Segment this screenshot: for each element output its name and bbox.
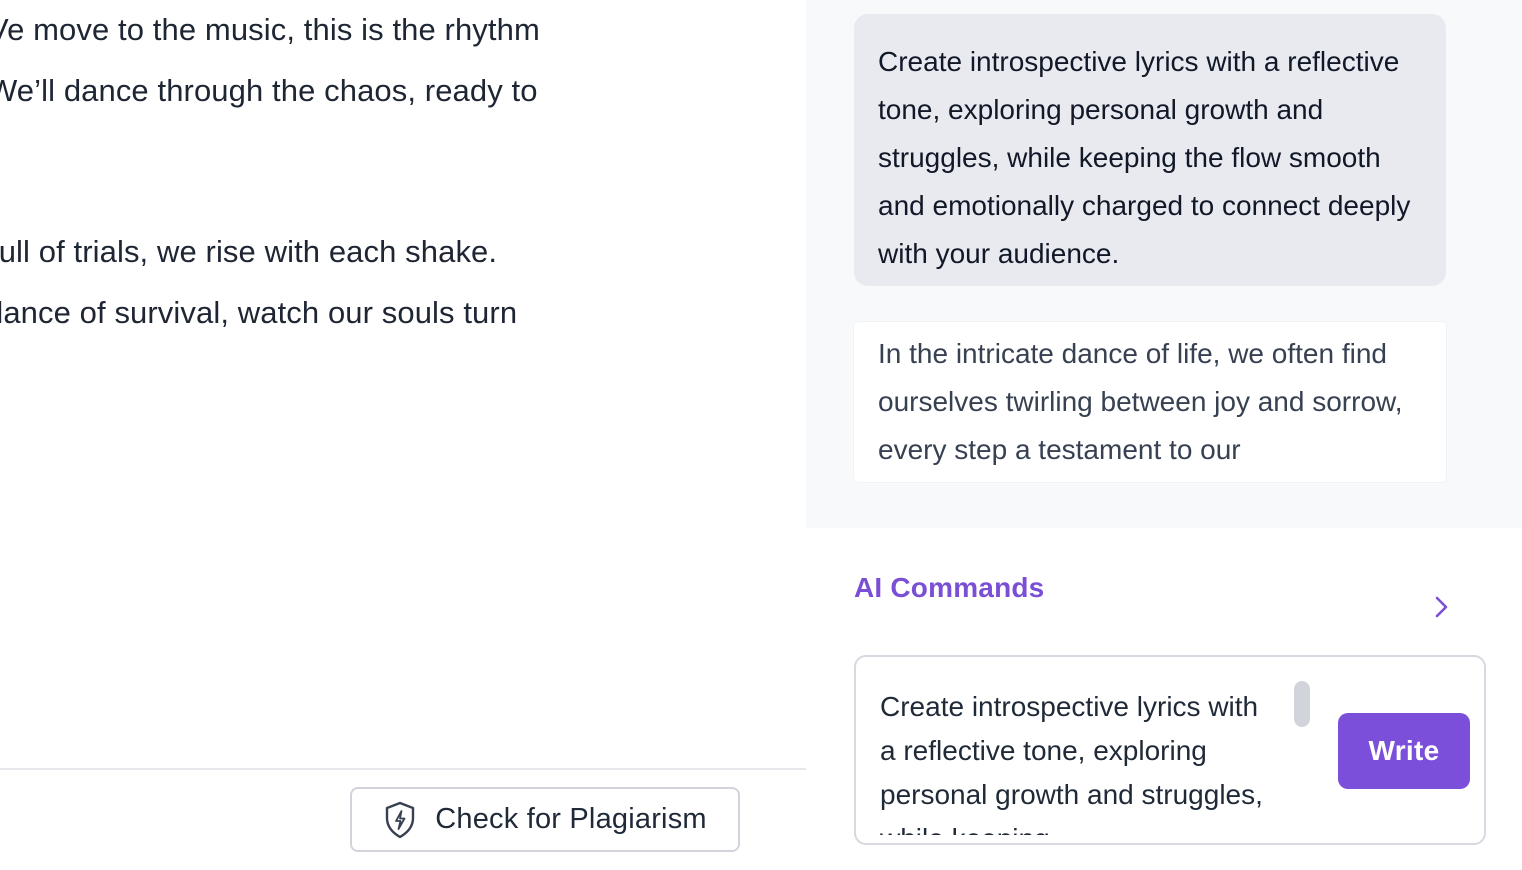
- ai-commands-title[interactable]: AI Commands: [854, 572, 1044, 604]
- check-plagiarism-button[interactable]: Check for Plagiarism: [350, 787, 740, 852]
- app-root: Ve move to the music, this is the rhythm…: [0, 0, 1522, 870]
- chevron-right-icon[interactable]: [1428, 592, 1454, 622]
- command-input-scrollbar[interactable]: [1294, 681, 1310, 727]
- editor-line[interactable]: full of trials, we rise with each shake.: [0, 232, 497, 272]
- editor-line[interactable]: We’ll dance through the chaos, ready to: [0, 71, 538, 111]
- editor-line[interactable]: Ve move to the music, this is the rhythm: [0, 10, 540, 50]
- editor-footer-divider: [0, 768, 806, 770]
- ai-command-input[interactable]: Create introspective lyrics with a refle…: [880, 685, 1280, 835]
- editor-line[interactable]: dance of survival, watch our souls turn: [0, 293, 517, 333]
- lyrics-editor[interactable]: Ve move to the music, this is the rhythm…: [0, 0, 806, 870]
- chat-history[interactable]: Create introspective lyrics with a refle…: [806, 0, 1522, 528]
- user-prompt-bubble: Create introspective lyrics with a refle…: [854, 14, 1446, 286]
- ai-response-card[interactable]: In the intricate dance of life, we often…: [854, 322, 1446, 482]
- write-button[interactable]: Write: [1338, 713, 1470, 789]
- shield-lightning-icon: [383, 801, 417, 839]
- check-plagiarism-label: Check for Plagiarism: [435, 803, 707, 835]
- ai-command-input-box[interactable]: Create introspective lyrics with a refle…: [854, 655, 1486, 845]
